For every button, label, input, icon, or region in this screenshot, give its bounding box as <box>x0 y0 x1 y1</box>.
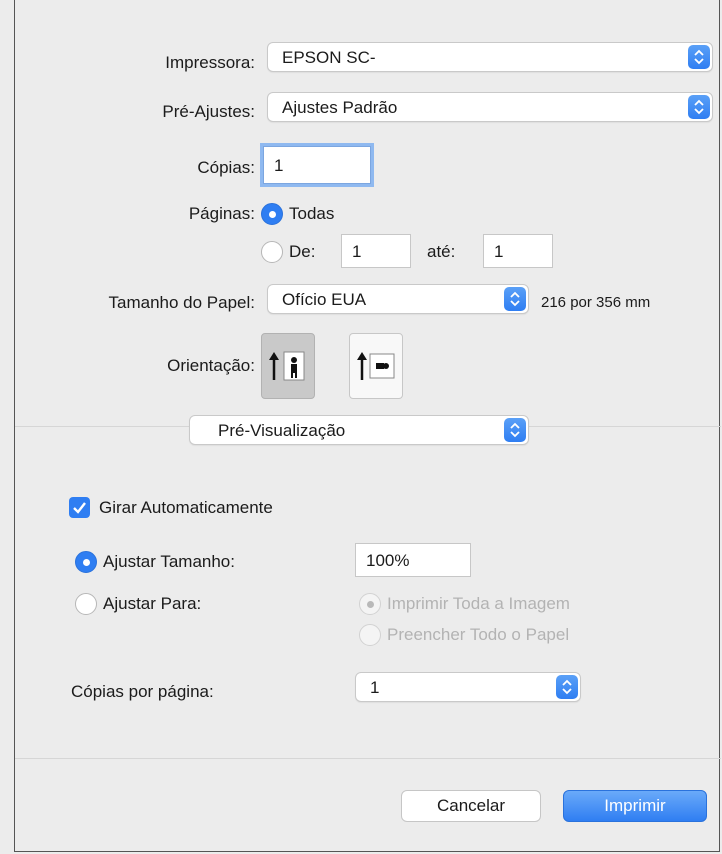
printer-value: EPSON SC- <box>282 48 376 67</box>
paper-size-popup[interactable]: Ofício EUA <box>267 284 529 314</box>
print-entire-image-label: Imprimir Toda a Imagem <box>387 594 570 613</box>
footer-divider <box>15 758 721 759</box>
presets-label: Pré-Ajustes: <box>162 102 255 121</box>
chevron-updown-icon <box>688 95 710 119</box>
pages-from-value: 1 <box>352 242 362 261</box>
scale-to-fit-radio[interactable] <box>75 593 97 615</box>
pages-all-radio[interactable] <box>261 203 283 225</box>
paper-size-label: Tamanho do Papel: <box>108 293 256 312</box>
pages-from-field[interactable]: 1 <box>341 234 411 268</box>
auto-rotate-checkbox[interactable] <box>69 497 90 518</box>
print-entire-image-radio[interactable] <box>359 593 381 615</box>
copies-field[interactable]: 1 <box>263 146 371 184</box>
chevron-updown-icon <box>504 287 526 311</box>
section-popup[interactable]: Pré-Visualização <box>189 415 529 445</box>
fill-entire-paper-radio[interactable] <box>359 624 381 646</box>
copies-per-page-value: 1 <box>370 678 380 697</box>
checkmark-icon <box>73 502 86 514</box>
chevron-updown-icon <box>504 418 526 442</box>
orientation-label: Orientação: <box>167 356 255 375</box>
scale-value: 100% <box>366 551 410 570</box>
copies-per-page-popup[interactable]: 1 <box>355 672 581 702</box>
chevron-updown-icon <box>556 675 578 699</box>
pages-to-field[interactable]: 1 <box>483 234 553 268</box>
print-dialog: Impressora: EPSON SC- Pré-Ajustes: Ajust… <box>14 0 721 852</box>
pages-all-label: Todas <box>289 204 335 223</box>
scale-radio[interactable] <box>75 551 97 573</box>
portrait-orientation-icon <box>269 351 305 381</box>
paper-size-value: Ofício EUA <box>282 290 367 309</box>
section-popup-value: Pré-Visualização <box>218 421 346 440</box>
pages-range-radio[interactable] <box>261 241 283 263</box>
orientation-landscape-button[interactable] <box>349 333 403 399</box>
printer-label: Impressora: <box>165 53 255 72</box>
presets-value: Ajustes Padrão <box>282 98 398 117</box>
pages-to-label: até: <box>427 242 456 261</box>
copies-per-page-label: Cópias por página: <box>71 682 214 701</box>
pages-to-value: 1 <box>494 242 504 261</box>
copies-label: Cópias: <box>197 158 255 177</box>
print-button[interactable]: Imprimir <box>563 790 707 822</box>
cancel-button[interactable]: Cancelar <box>401 790 541 822</box>
landscape-orientation-icon <box>357 352 395 380</box>
scale-label: Ajustar Tamanho: <box>103 552 235 571</box>
fill-entire-paper-label: Preencher Todo o Papel <box>387 625 570 644</box>
pages-from-label: De: <box>289 242 316 261</box>
paper-size-dimensions: 216 por 356 mm <box>541 294 651 311</box>
pages-label: Páginas: <box>188 204 255 223</box>
copies-value: 1 <box>274 156 284 175</box>
orientation-portrait-button[interactable] <box>261 333 315 399</box>
presets-popup[interactable]: Ajustes Padrão <box>267 92 713 122</box>
auto-rotate-label: Girar Automaticamente <box>99 498 273 517</box>
printer-popup[interactable]: EPSON SC- <box>267 42 713 72</box>
chevron-updown-icon <box>688 45 710 69</box>
scale-to-fit-label: Ajustar Para: <box>103 594 202 613</box>
scale-field[interactable]: 100% <box>355 543 471 577</box>
